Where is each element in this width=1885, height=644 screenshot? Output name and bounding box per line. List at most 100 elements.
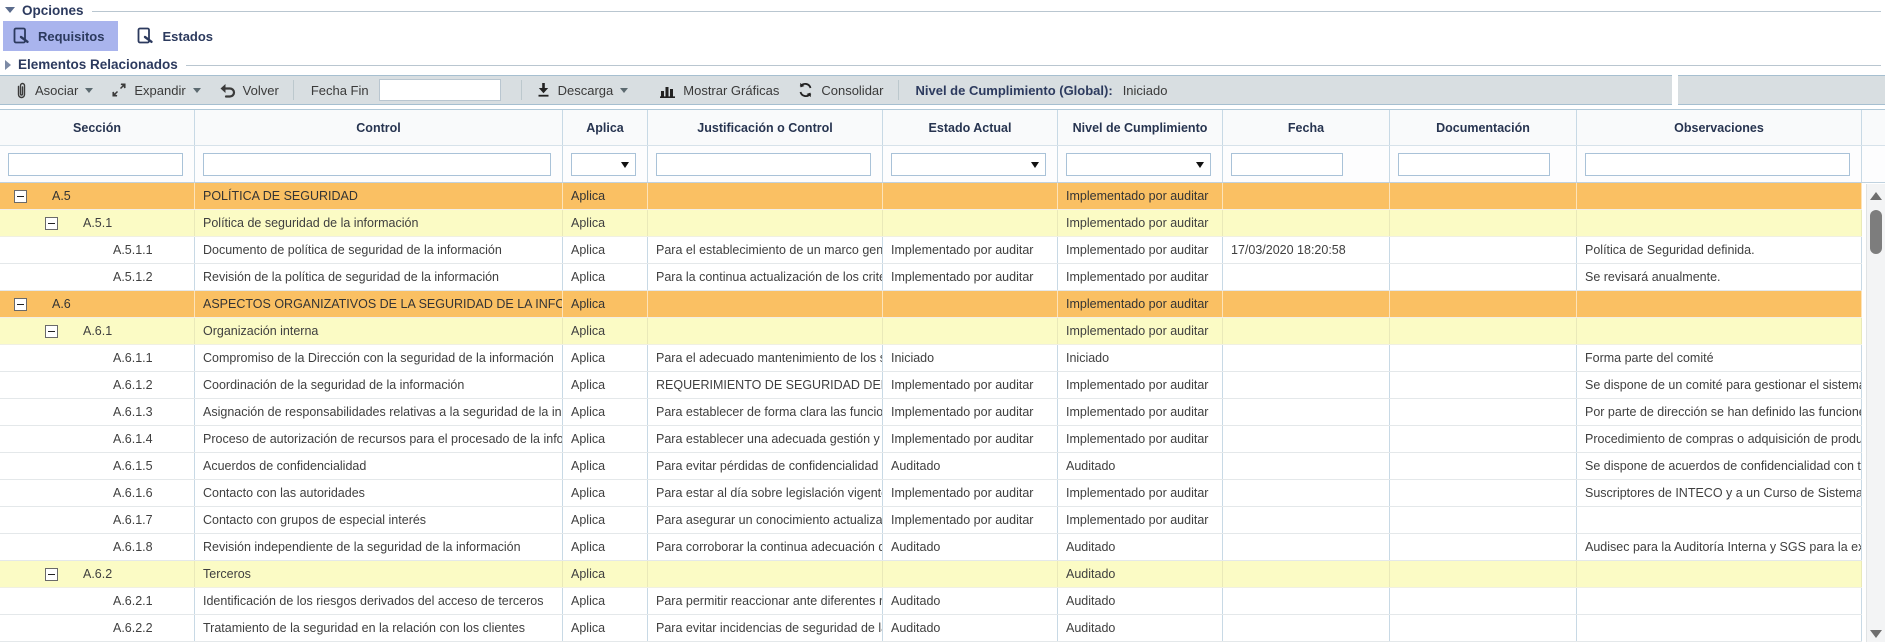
cell-fecha xyxy=(1223,588,1390,614)
table-row[interactable]: A.5.1.2Revisión de la política de seguri… xyxy=(0,264,1862,291)
table-row[interactable]: A.6.2.1Identificación de los riesgos der… xyxy=(0,588,1862,615)
seccion-label: A.5 xyxy=(0,183,194,209)
table-row[interactable]: A.5.1.1Documento de política de segurida… xyxy=(0,237,1862,264)
cell-estado: Auditado xyxy=(883,615,1058,641)
view-tabs: Requisitos Estados xyxy=(3,21,1885,51)
table-row[interactable]: A.6.1.2Coordinación de la seguridad de l… xyxy=(0,372,1862,399)
cell-control: Organización interna xyxy=(195,318,563,344)
cell-estado: Implementado por auditar xyxy=(883,372,1058,398)
filter-fecha-input[interactable] xyxy=(1231,153,1343,176)
column-header-control: Control xyxy=(195,110,563,145)
descarga-button[interactable]: Descarga xyxy=(527,76,638,104)
cell-fecha xyxy=(1223,183,1390,209)
cell-nivel: Auditado xyxy=(1058,561,1223,587)
cell-observaciones: Forma parte del comité xyxy=(1577,345,1862,371)
filter-nivel-select[interactable] xyxy=(1066,153,1211,176)
scrollbar-thumb[interactable] xyxy=(1870,210,1882,254)
cell-control: Acuerdos de confidencialidad xyxy=(195,453,563,479)
tab-requisitos-label: Requisitos xyxy=(38,29,104,44)
divider xyxy=(186,65,1881,66)
table-row[interactable]: A.5.1Política de seguridad de la informa… xyxy=(0,210,1862,237)
filter-justificacion-input[interactable] xyxy=(656,153,871,176)
table-row[interactable]: A.6.1.5Acuerdos de confidencialidadAplic… xyxy=(0,453,1862,480)
collapse-minus-icon[interactable] xyxy=(45,325,58,338)
cell-documentacion xyxy=(1390,615,1577,641)
collapse-minus-icon[interactable] xyxy=(45,568,58,581)
cell-fecha xyxy=(1223,561,1390,587)
cell-observaciones: Suscriptores de INTECO y a un Curso de S… xyxy=(1577,480,1862,506)
expandir-button[interactable]: Expandir xyxy=(102,76,209,104)
cell-observaciones xyxy=(1577,561,1862,587)
tab-estados[interactable]: Estados xyxy=(127,21,227,51)
asociar-button[interactable]: Asociar xyxy=(6,76,102,104)
cell-observaciones xyxy=(1577,210,1862,236)
cell-nivel: Implementado por auditar xyxy=(1058,372,1223,398)
cell-fecha xyxy=(1223,291,1390,317)
seccion-label: A.5.1.1 xyxy=(0,237,194,263)
cell-fecha: 17/03/2020 18:20:58 xyxy=(1223,237,1390,263)
fecha-fin-input[interactable] xyxy=(379,79,501,101)
cell-seccion: A.5 xyxy=(0,183,195,209)
scroll-up-icon[interactable] xyxy=(1870,192,1882,200)
seccion-label: A.6.1.6 xyxy=(0,480,194,506)
cell-justificacion: Para estar al día sobre legislación vige… xyxy=(648,480,883,506)
cell-seccion: A.6.2 xyxy=(0,561,195,587)
table-row[interactable]: A.6.1.7Contacto con grupos de especial i… xyxy=(0,507,1862,534)
filter-seccion-input[interactable] xyxy=(8,153,183,176)
collapse-minus-icon[interactable] xyxy=(45,217,58,230)
volver-button[interactable]: Volver xyxy=(210,76,288,104)
cell-control: Identificación de los riesgos derivados … xyxy=(195,588,563,614)
table-row[interactable]: A.6.2.2Tratamiento de la seguridad en la… xyxy=(0,615,1862,642)
filter-observaciones-input[interactable] xyxy=(1585,153,1850,176)
tab-requisitos[interactable]: Requisitos xyxy=(3,21,118,51)
toolbar-area: Asociar Expandir Volver Fecha Fin xyxy=(0,75,1885,105)
table-row[interactable]: A.6.1.1Compromiso de la Dirección con la… xyxy=(0,345,1862,372)
cell-seccion: A.6.2.2 xyxy=(0,615,195,641)
collapse-minus-icon[interactable] xyxy=(14,190,27,203)
vertical-scrollbar[interactable] xyxy=(1866,184,1885,642)
cell-documentacion xyxy=(1390,399,1577,425)
paperclip-icon xyxy=(15,82,28,99)
toolbar-right-block xyxy=(1678,75,1885,105)
cell-fecha xyxy=(1223,534,1390,560)
cell-justificacion xyxy=(648,561,883,587)
cell-justificacion: Para evitar incidencias de seguridad de … xyxy=(648,615,883,641)
cell-aplica: Aplica xyxy=(563,615,648,641)
consolidar-button[interactable]: Consolidar xyxy=(788,76,892,104)
cell-aplica: Aplica xyxy=(563,426,648,452)
table-row[interactable]: A.6ASPECTOS ORGANIZATIVOS DE LA SEGURIDA… xyxy=(0,291,1862,318)
header-spacer xyxy=(1862,110,1885,145)
table-row[interactable]: A.6.1.6Contacto con las autoridadesAplic… xyxy=(0,480,1862,507)
mostrar-graficas-label: Mostrar Gráficas xyxy=(683,83,779,98)
collapse-minus-icon[interactable] xyxy=(14,298,27,311)
cell-control: Tratamiento de la seguridad en la relaci… xyxy=(195,615,563,641)
cell-observaciones: Se dispone de acuerdos de confidencialid… xyxy=(1577,453,1862,479)
table-row[interactable]: A.6.2TercerosAplicaAuditado xyxy=(0,561,1862,588)
table-row[interactable]: A.6.1Organización internaAplicaImplement… xyxy=(0,318,1862,345)
table-row[interactable]: A.5POLÍTICA DE SEGURIDADAplicaImplementa… xyxy=(0,183,1862,210)
filter-estado-select[interactable] xyxy=(891,153,1046,176)
cell-aplica: Aplica xyxy=(563,480,648,506)
cell-estado: Auditado xyxy=(883,588,1058,614)
cell-estado xyxy=(883,183,1058,209)
expand-triangle-icon[interactable] xyxy=(5,60,11,70)
seccion-label: A.5.1.2 xyxy=(0,264,194,290)
cell-nivel: Implementado por auditar xyxy=(1058,291,1223,317)
seccion-label: A.6.2.1 xyxy=(0,588,194,614)
cell-justificacion xyxy=(648,291,883,317)
cell-estado xyxy=(883,318,1058,344)
filter-documentacion-input[interactable] xyxy=(1398,153,1550,176)
cell-observaciones xyxy=(1577,183,1862,209)
mostrar-graficas-button[interactable]: Mostrar Gráficas xyxy=(651,76,788,104)
cell-aplica: Aplica xyxy=(563,264,648,290)
grid-body: A.5POLÍTICA DE SEGURIDADAplicaImplementa… xyxy=(0,183,1885,642)
table-row[interactable]: A.6.1.4Proceso de autorización de recurs… xyxy=(0,426,1862,453)
filter-control-input[interactable] xyxy=(203,153,551,176)
filter-aplica-select[interactable] xyxy=(571,153,636,176)
expand-arrows-icon xyxy=(111,82,127,98)
scroll-down-icon[interactable] xyxy=(1870,630,1882,638)
cell-aplica: Aplica xyxy=(563,291,648,317)
table-row[interactable]: A.6.1.8Revisión independiente de la segu… xyxy=(0,534,1862,561)
table-row[interactable]: A.6.1.3Asignación de responsabilidades r… xyxy=(0,399,1862,426)
collapse-triangle-icon[interactable] xyxy=(5,7,15,13)
